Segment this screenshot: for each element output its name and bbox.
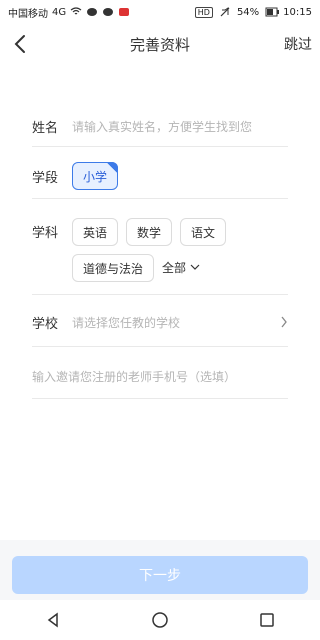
app-notification-icon — [118, 7, 130, 17]
school-row[interactable]: 学校 请选择您任教的学校 — [32, 312, 288, 332]
all-subjects-label: 全部 — [162, 260, 187, 275]
subject-option-label: 数学 — [137, 225, 162, 240]
name-input[interactable]: 请输入真实姓名，方便学生找到您 — [72, 118, 252, 135]
carrier-text: 中国移动 — [8, 8, 48, 20]
time-text: 10:15 — [283, 6, 312, 18]
hd-badge: HD — [194, 6, 213, 18]
invite-phone-input[interactable]: 输入邀请您注册的老师手机号（选填） — [32, 368, 236, 385]
page-title: 完善资料 — [129, 35, 190, 54]
chevron-right-icon — [281, 316, 287, 328]
skip-button[interactable]: 跳过 — [284, 34, 312, 54]
stage-label: 学段 — [32, 170, 59, 186]
subject-option-morality-law[interactable]: 道德与法治 — [72, 254, 155, 282]
message-icon — [102, 7, 114, 17]
divider — [32, 146, 288, 147]
stage-option-primary[interactable]: 小学 — [72, 162, 119, 190]
school-select[interactable]: 请选择您任教的学校 — [72, 314, 180, 331]
chat-icon — [86, 7, 98, 17]
school-label: 学校 — [32, 316, 59, 332]
subject-row: 学科 英语 数学 语文 道德与法治 全部 — [32, 218, 288, 282]
divider — [32, 294, 288, 295]
footer: 下一步 — [0, 540, 320, 600]
wifi-icon — [70, 7, 82, 17]
name-row: 姓名 请输入真实姓名，方便学生找到您 — [32, 116, 288, 136]
subject-options: 英语 数学 语文 道德与法治 全部 — [72, 218, 288, 282]
selected-check-icon — [106, 162, 119, 174]
nav-back-icon[interactable] — [41, 608, 65, 632]
invite-row: 输入邀请您注册的老师手机号（选填） — [32, 366, 288, 386]
subject-option-label: 英语 — [83, 225, 108, 240]
divider — [32, 198, 288, 199]
battery-icon — [265, 7, 280, 17]
all-subjects-button[interactable]: 全部 — [162, 254, 200, 280]
divider — [32, 398, 288, 399]
battery-text: 54% — [236, 6, 260, 18]
stage-row: 学段 小学 — [32, 162, 288, 190]
signal-indicator: 4G — [52, 6, 67, 18]
screen: 中国移动 4G HD 54% 10:15 完善资料 跳过 姓名 请输入真实姓名，… — [0, 0, 320, 640]
nav-recents-icon[interactable] — [255, 608, 279, 632]
subject-option-chinese[interactable]: 语文 — [180, 218, 227, 246]
next-step-button[interactable]: 下一步 — [12, 556, 308, 594]
subject-option-label: 语文 — [191, 225, 216, 240]
subject-label: 学科 — [32, 226, 59, 241]
stage-option-label: 小学 — [83, 169, 108, 184]
subject-option-math[interactable]: 数学 — [126, 218, 173, 246]
app-header: 完善资料 跳过 — [0, 24, 320, 64]
back-button[interactable] — [6, 30, 34, 58]
status-bar: 中国移动 4G HD 54% 10:15 — [0, 0, 320, 24]
subject-option-english[interactable]: 英语 — [72, 218, 119, 246]
chevron-down-icon — [190, 264, 200, 270]
mute-icon — [219, 7, 231, 17]
name-label: 姓名 — [32, 120, 59, 136]
system-navbar — [0, 600, 320, 640]
nav-home-icon[interactable] — [148, 608, 172, 632]
form-container: 姓名 请输入真实姓名，方便学生找到您 学段 小学 学科 英语 数学 语文 道德与… — [0, 64, 320, 540]
subject-option-label: 道德与法治 — [83, 261, 144, 276]
divider — [32, 346, 288, 347]
back-chevron-icon — [14, 35, 25, 53]
